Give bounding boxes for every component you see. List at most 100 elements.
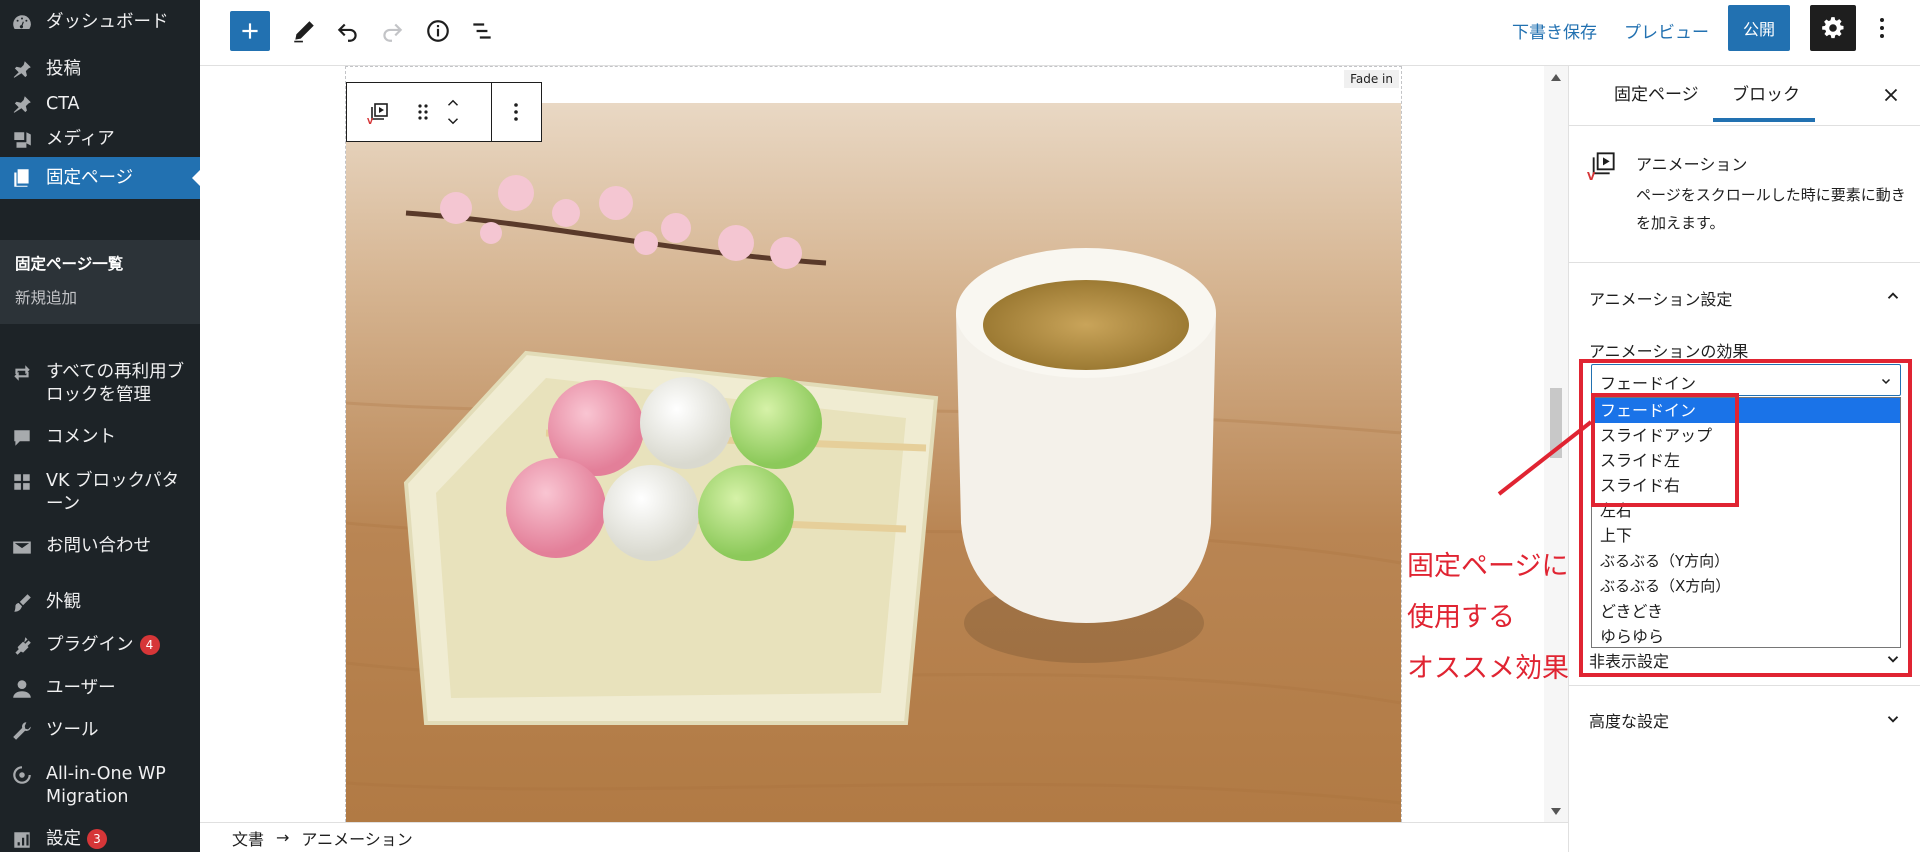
option-slide-left[interactable]: スライド左 [1592, 448, 1900, 473]
sidebar-item-appearance[interactable]: 外観 [0, 591, 200, 615]
sidebar-item-settings[interactable]: 設定 3 [0, 828, 200, 852]
block-description: ページをスクロールした時に要素に動きを加えます。 [1636, 186, 1906, 232]
sidebar-label-cta: CTA [46, 94, 80, 114]
sidebar-item-plugins[interactable]: プラグイン 4 [0, 634, 200, 658]
undo-button[interactable] [332, 15, 364, 47]
dango-tea-photo[interactable] [346, 103, 1401, 822]
option-shake-y[interactable]: ぶるぶる（Y方向） [1592, 549, 1900, 574]
sidebar-item-posts[interactable]: 投稿 [0, 58, 200, 82]
animation-block-icon: V [1587, 152, 1615, 180]
chevron-down-icon [1881, 378, 1891, 385]
breadcrumb-root[interactable]: 文書 [232, 826, 264, 850]
redo-button[interactable] [376, 15, 408, 47]
option-left-right[interactable]: 左右 [1592, 498, 1900, 523]
pin-icon [10, 93, 34, 117]
plugins-update-badge: 4 [139, 635, 160, 655]
settings-text: 設定 [46, 829, 81, 849]
sidebar-label-comments: コメント [46, 427, 116, 447]
scroll-thumb[interactable] [1550, 388, 1562, 458]
editor-top-toolbar: 下書き保存 プレビュー 公開 [200, 0, 1920, 66]
pages-icon [10, 166, 34, 190]
canvas-scrollbar[interactable] [1544, 66, 1568, 822]
option-fade-in[interactable]: フェードイン [1592, 398, 1900, 424]
option-slide-right[interactable]: スライド右 [1592, 473, 1900, 498]
submenu-add-new[interactable]: 新規追加 [15, 286, 77, 308]
breadcrumb-current[interactable]: アニメーション [301, 826, 412, 850]
annotation-line-3: オススメ効果 [1407, 653, 1568, 684]
sidebar-item-reusable-blocks[interactable]: すべての再利用ブロックを管理 [0, 361, 200, 407]
brush-icon [10, 591, 34, 615]
tab-page[interactable]: 固定ページ [1614, 80, 1699, 105]
animation-block[interactable]: Fade in V [345, 66, 1402, 822]
option-heartbeat[interactable]: どきどき [1592, 599, 1900, 624]
comment-icon [10, 426, 34, 450]
option-shake-x[interactable]: ぶるぶる（X方向） [1592, 574, 1900, 599]
option-up-down[interactable]: 上下 [1592, 523, 1900, 548]
tab-block[interactable]: ブロック [1732, 80, 1800, 105]
visibility-settings-header: 非表示設定 [1589, 652, 1670, 671]
edit-tool-button[interactable] [288, 15, 320, 47]
settings-icon [10, 828, 34, 852]
block-title: アニメーション [1636, 155, 1748, 174]
drag-handle[interactable] [411, 83, 435, 141]
sidebar-label-appearance: 外観 [46, 592, 81, 612]
wrench-icon [10, 719, 34, 743]
info-icon [427, 20, 449, 42]
sidebar-item-cta[interactable]: CTA [0, 93, 200, 117]
vertical-ellipsis-icon [1880, 18, 1884, 38]
pages-submenu: 固定ページ一覧 新規追加 [0, 240, 200, 324]
sidebar-label-media: メディア [46, 129, 115, 149]
block-toolbar: V [346, 82, 542, 142]
annotation-line-2: 使用する [1407, 602, 1515, 633]
preview-button[interactable]: プレビュー [1624, 18, 1709, 43]
sidebar-item-pages[interactable]: 固定ページ [0, 157, 200, 199]
chevron-down-icon [1887, 656, 1899, 663]
current-menu-arrow [192, 170, 200, 186]
block-type-button[interactable]: V [347, 83, 411, 141]
move-up-down-buttons[interactable] [435, 83, 471, 141]
scroll-down-arrow-icon[interactable] [1551, 808, 1561, 815]
animation-settings-header[interactable]: アニメーション設定 [1589, 286, 1732, 310]
sidebar-label-dashboard: ダッシュボード [46, 12, 169, 32]
pencil-icon [294, 21, 314, 43]
chevron-up-icon [447, 99, 459, 106]
option-sway[interactable]: ゆらゆら [1592, 624, 1900, 649]
gear-icon [1822, 17, 1844, 39]
close-icon[interactable] [1880, 84, 1902, 106]
annotation-line-1: 固定ページに [1407, 551, 1568, 582]
block-editor-app: ダッシュボード 投稿 CTA メディア 固定ページ 固定ページ一覧 新規追加 す… [0, 0, 1920, 852]
sidebar-item-comments[interactable]: コメント [0, 426, 200, 450]
svg-text:V: V [367, 117, 374, 124]
chevron-up-icon[interactable] [1884, 287, 1902, 305]
editor-canvas: Fade in V 固定ページに 使用する オススメ効果 [200, 66, 1568, 822]
publish-button[interactable]: 公開 [1728, 5, 1790, 51]
add-block-button[interactable] [230, 11, 270, 51]
block-breadcrumb: 文書 → アニメーション [200, 822, 1568, 852]
chevron-down-icon [447, 118, 459, 125]
dashboard-icon [10, 11, 34, 35]
sidebar-item-contact[interactable]: お問い合わせ [0, 535, 200, 559]
save-draft-button[interactable]: 下書き保存 [1512, 18, 1597, 43]
advanced-settings-section[interactable]: 高度な設定 [1569, 686, 1920, 746]
sidebar-item-dashboard[interactable]: ダッシュボード [0, 11, 200, 35]
details-button[interactable] [422, 15, 454, 47]
submenu-all-pages[interactable]: 固定ページ一覧 [15, 252, 123, 274]
settings-toggle-button[interactable] [1810, 5, 1856, 51]
sidebar-item-media[interactable]: メディア [0, 128, 200, 152]
options-menu-button[interactable] [1872, 12, 1892, 44]
list-view-button[interactable] [466, 15, 498, 47]
block-options-button[interactable] [492, 83, 540, 141]
effect-select[interactable]: フェードイン [1591, 364, 1901, 396]
plugins-text: プラグイン [46, 635, 134, 655]
sidebar-item-tools[interactable]: ツール [0, 719, 200, 743]
sidebar-label-settings: 設定 3 [46, 828, 200, 851]
scroll-up-arrow-icon[interactable] [1551, 74, 1561, 81]
sidebar-item-vk-patterns[interactable]: VK ブロックパターン [0, 470, 200, 516]
sidebar-item-users[interactable]: ユーザー [0, 677, 200, 701]
redo-icon [383, 23, 403, 42]
sidebar-item-migration[interactable]: All-in-One WP Migration [0, 763, 200, 809]
settings-tabs: 固定ページ ブロック [1569, 66, 1920, 126]
mail-icon [10, 535, 34, 559]
active-tab-indicator [1713, 118, 1815, 122]
option-slide-up[interactable]: スライドアップ [1592, 423, 1900, 448]
